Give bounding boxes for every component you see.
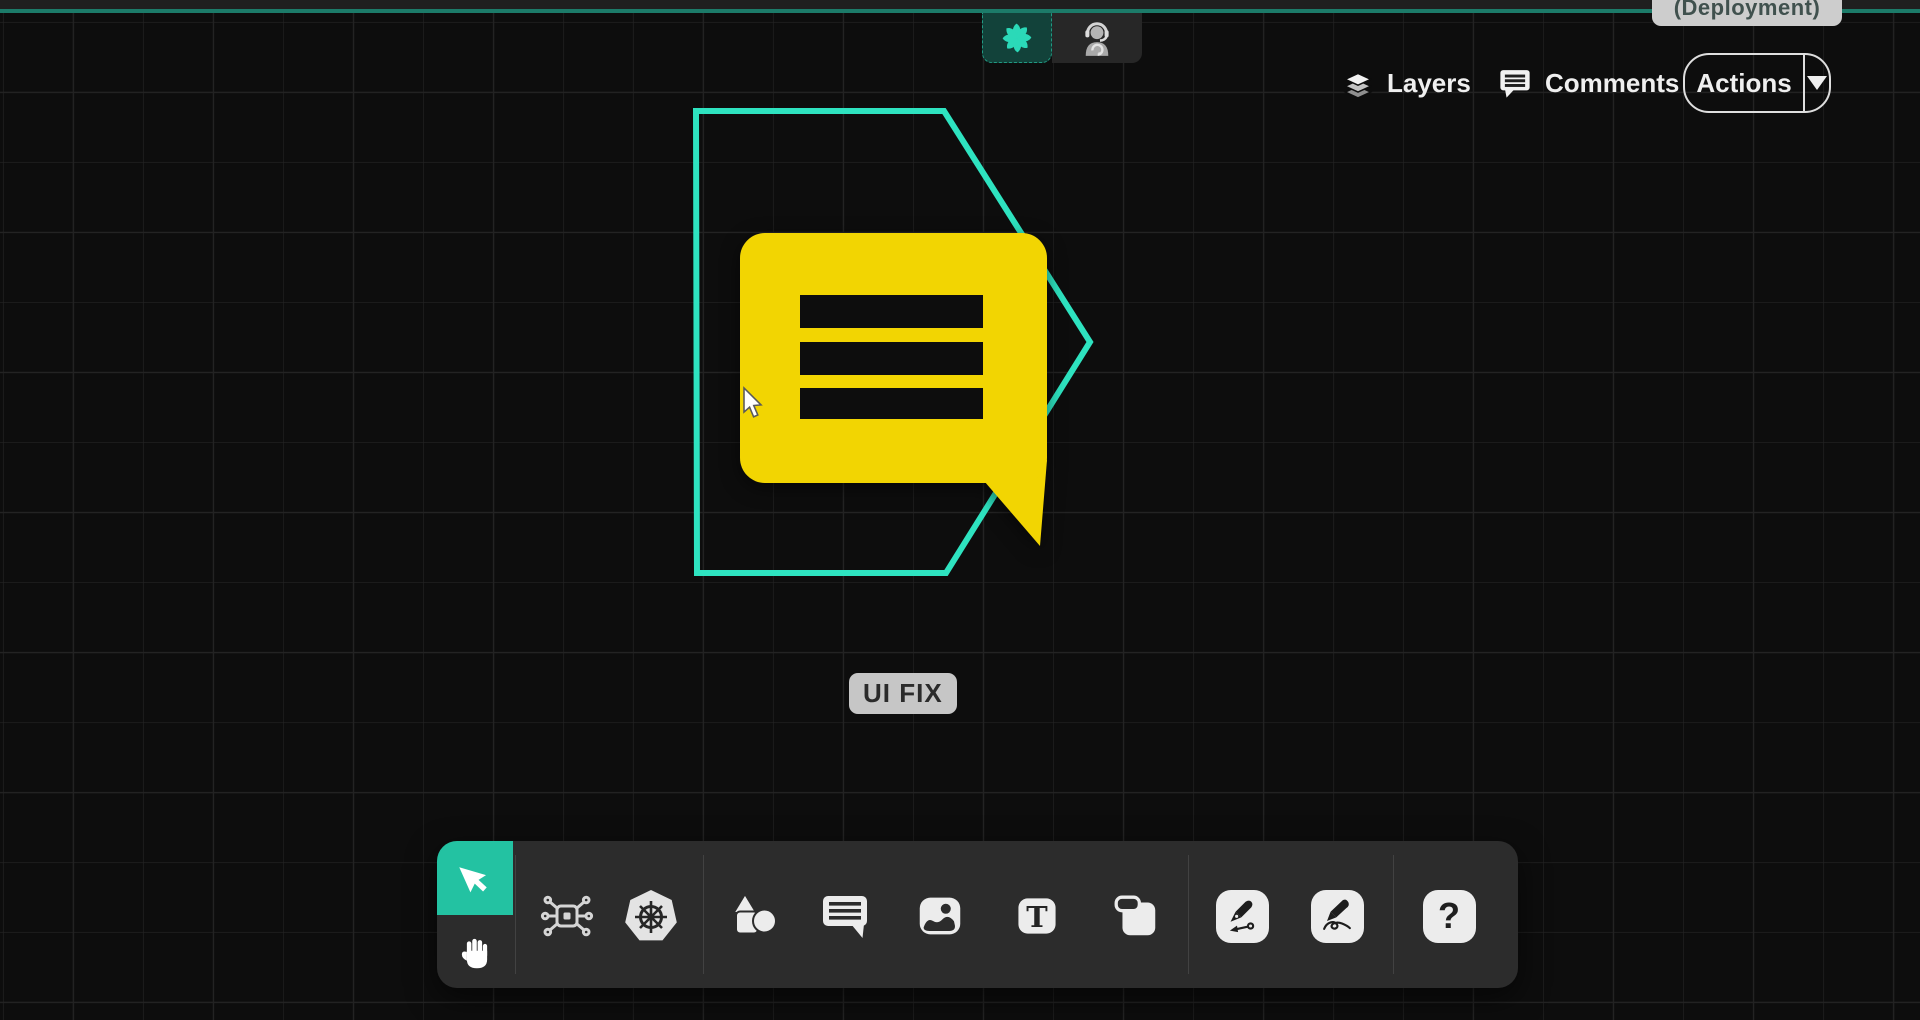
toolbar: T — [437, 841, 1518, 988]
card-tool[interactable] — [1107, 888, 1163, 944]
help-tile: ? — [1423, 890, 1476, 943]
spiral-icon — [1000, 21, 1034, 55]
tab-ai-assistant[interactable] — [982, 13, 1052, 63]
shapes-icon — [725, 888, 781, 944]
circuit-node-icon — [539, 888, 595, 944]
toolbar-divider — [1393, 855, 1394, 974]
freehand-draw-tile — [1311, 890, 1364, 943]
freehand-draw-icon — [1317, 896, 1357, 936]
caret-down-icon — [1807, 76, 1827, 90]
text-tool[interactable]: T — [1009, 888, 1065, 944]
comments-icon — [1497, 65, 1533, 101]
circuit-node-tool[interactable] — [539, 888, 595, 944]
toolbar-divider — [1188, 855, 1189, 974]
tab-agent-presence[interactable] — [1052, 13, 1142, 63]
layers-label: Layers — [1387, 68, 1471, 99]
image-icon — [913, 889, 967, 943]
text-tool-glyph: T — [1026, 900, 1048, 934]
top-strip — [0, 0, 1920, 9]
select-cursor-icon — [455, 858, 495, 898]
app-window: UI FIX (Deployment) — [0, 0, 1920, 1020]
comments-button[interactable]: Comments — [1497, 54, 1679, 112]
node-label[interactable]: UI FIX — [849, 673, 957, 714]
actions-dropdown-toggle[interactable] — [1805, 76, 1829, 90]
text-icon: T — [1011, 890, 1063, 942]
kubernetes-icon — [623, 888, 679, 944]
hand-icon — [455, 932, 495, 972]
actions-label: Actions — [1685, 68, 1803, 99]
layers-button[interactable]: Layers — [1341, 54, 1471, 112]
help-tool[interactable]: ? — [1421, 888, 1477, 944]
deployment-tooltip: (Deployment) — [1652, 0, 1842, 26]
shapes-tool[interactable] — [725, 888, 781, 944]
comment-icon — [817, 888, 873, 944]
help-icon: ? — [1438, 895, 1460, 937]
comment-tool[interactable] — [817, 888, 873, 944]
pen-connector-icon — [1222, 896, 1262, 936]
pen-connector-tool[interactable] — [1214, 888, 1270, 944]
headset-avatar-icon — [1078, 19, 1116, 57]
image-tool[interactable] — [912, 888, 968, 944]
pan-hand-tool[interactable] — [437, 915, 513, 988]
top-border-accent — [0, 9, 1920, 13]
toolbar-divider — [703, 855, 704, 974]
actions-button[interactable]: Actions — [1683, 53, 1831, 113]
select-tool[interactable] — [437, 841, 513, 915]
kubernetes-tool[interactable] — [623, 888, 679, 944]
layers-icon — [1341, 66, 1375, 100]
comments-label: Comments — [1545, 68, 1679, 99]
freehand-draw-tool[interactable] — [1309, 888, 1365, 944]
card-icon — [1108, 889, 1162, 943]
pen-connector-tile — [1216, 890, 1269, 943]
toolbar-divider — [515, 855, 516, 974]
